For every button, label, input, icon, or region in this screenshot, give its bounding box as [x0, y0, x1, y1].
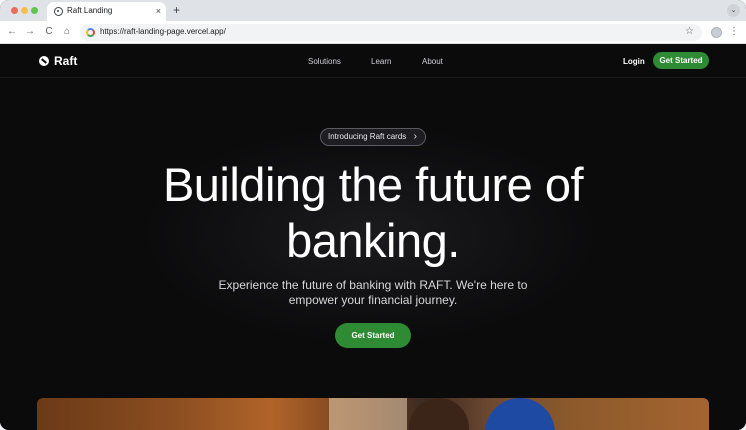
photo-window-area	[329, 398, 407, 430]
landing-page: Raft Solutions Learn About Login Get Sta…	[0, 45, 746, 430]
browser-window: Raft Landing × + ⌄ ← → C ⌂ https://raft-…	[0, 0, 746, 430]
login-link[interactable]: Login	[623, 57, 645, 66]
headline-line-1: Building the future of	[162, 158, 584, 211]
hero-image	[37, 398, 709, 430]
tab-strip: Raft Landing × + ⌄	[0, 0, 746, 21]
google-icon	[86, 28, 95, 37]
maximize-window-button[interactable]	[31, 7, 38, 14]
nav-link-solutions[interactable]: Solutions	[308, 57, 341, 66]
photo-blue-hat	[485, 398, 555, 430]
browser-toolbar: ← → C ⌂ https://raft-landing-page.vercel…	[0, 21, 746, 44]
hero-headline: Building the future of banking.	[100, 157, 646, 269]
browser-menu-icon[interactable]: ⋮	[729, 25, 739, 39]
site-navbar: Raft Solutions Learn About Login Get Sta…	[0, 45, 746, 78]
headline-line-2: banking.	[286, 214, 460, 267]
new-tab-icon[interactable]: +	[173, 3, 180, 17]
browser-tab[interactable]: Raft Landing ×	[47, 2, 166, 21]
raft-logo-icon	[39, 56, 49, 66]
back-arrow-icon[interactable]: ←	[6, 26, 18, 38]
logo-text: Raft	[54, 54, 78, 68]
nav-link-learn[interactable]: Learn	[371, 57, 391, 66]
subtext-line-2: empower your financial journey.	[288, 293, 458, 307]
announcement-text: Introducing Raft cards	[328, 132, 407, 141]
announcement-pill[interactable]: Introducing Raft cards ›	[320, 128, 426, 146]
tab-title: Raft Landing	[67, 6, 113, 15]
nav-link-about[interactable]: About	[422, 57, 443, 66]
subtext-line-1: Experience the future of banking with RA…	[218, 278, 528, 292]
tab-close-icon[interactable]: ×	[156, 5, 161, 17]
profile-avatar-icon[interactable]	[711, 27, 722, 38]
bookmark-star-icon[interactable]: ☆	[685, 26, 694, 37]
photo-person	[409, 398, 469, 430]
hero-get-started-button[interactable]: Get Started	[335, 323, 411, 348]
address-bar[interactable]: https://raft-landing-page.vercel.app/ ☆	[80, 24, 702, 41]
minimize-window-button[interactable]	[21, 7, 28, 14]
home-icon[interactable]: ⌂	[61, 26, 73, 38]
nav-get-started-button[interactable]: Get Started	[653, 52, 709, 69]
chevron-right-icon: ›	[413, 131, 417, 142]
tab-search-chevron-icon[interactable]: ⌄	[727, 4, 740, 17]
hero-subtext: Experience the future of banking with RA…	[200, 278, 546, 308]
close-window-button[interactable]	[11, 7, 18, 14]
reload-icon[interactable]: C	[43, 26, 55, 38]
forward-arrow-icon[interactable]: →	[24, 26, 36, 38]
favicon-icon	[54, 7, 63, 16]
raft-logo[interactable]: Raft	[39, 54, 77, 68]
url-text[interactable]: https://raft-landing-page.vercel.app/	[100, 27, 226, 36]
